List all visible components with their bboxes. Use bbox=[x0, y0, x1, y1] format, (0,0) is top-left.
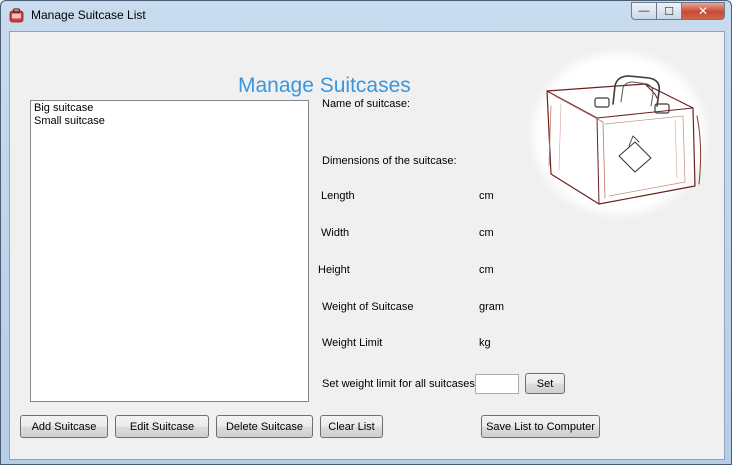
app-window: Manage Suitcase List — ☐ ✕ Manage Suitca… bbox=[0, 0, 732, 465]
length-unit: cm bbox=[479, 190, 494, 202]
delete-suitcase-button[interactable]: Delete Suitcase bbox=[216, 415, 313, 438]
weight-limit-all-input[interactable] bbox=[475, 374, 519, 394]
maximize-icon: ☐ bbox=[664, 5, 674, 18]
clear-list-button[interactable]: Clear List bbox=[320, 415, 383, 438]
edit-suitcase-button[interactable]: Edit Suitcase bbox=[115, 415, 209, 438]
title-bar[interactable]: Manage Suitcase List — ☐ ✕ bbox=[1, 1, 731, 31]
width-label: Width bbox=[321, 227, 350, 239]
close-icon: ✕ bbox=[697, 4, 709, 18]
suitcase-illustration bbox=[526, 47, 712, 221]
suitcase-icon bbox=[9, 8, 24, 23]
maximize-button[interactable]: ☐ bbox=[657, 2, 682, 20]
list-item[interactable]: Big suitcase bbox=[34, 102, 305, 115]
add-suitcase-button[interactable]: Add Suitcase bbox=[20, 415, 108, 438]
close-button[interactable]: ✕ bbox=[682, 2, 725, 20]
height-label: Height bbox=[318, 264, 350, 276]
form-client-area: Manage Suitcases Big suitcase Small suit… bbox=[9, 31, 725, 460]
minimize-icon: — bbox=[638, 5, 650, 17]
window-controls: — ☐ ✕ bbox=[631, 2, 725, 21]
name-label: Name of suitcase: bbox=[322, 98, 411, 110]
window-title: Manage Suitcase List bbox=[31, 8, 146, 22]
height-unit: cm bbox=[479, 264, 494, 276]
save-list-button[interactable]: Save List to Computer bbox=[481, 415, 600, 438]
dimensions-label: Dimensions of the suitcase: bbox=[322, 155, 457, 167]
minimize-button[interactable]: — bbox=[631, 2, 657, 20]
set-all-limit-label: Set weight limit for all suitcases bbox=[322, 378, 475, 390]
page-title: Manage Suitcases bbox=[238, 74, 411, 97]
width-unit: cm bbox=[479, 227, 494, 239]
suitcase-listbox[interactable]: Big suitcase Small suitcase bbox=[30, 100, 309, 402]
set-button[interactable]: Set bbox=[525, 373, 565, 394]
list-item[interactable]: Small suitcase bbox=[34, 115, 305, 128]
weight-limit-unit: kg bbox=[479, 337, 491, 349]
weight-limit-label: Weight Limit bbox=[322, 337, 383, 349]
weight-label: Weight of Suitcase bbox=[322, 301, 414, 313]
length-label: Length bbox=[321, 190, 355, 202]
weight-unit: gram bbox=[479, 301, 505, 313]
